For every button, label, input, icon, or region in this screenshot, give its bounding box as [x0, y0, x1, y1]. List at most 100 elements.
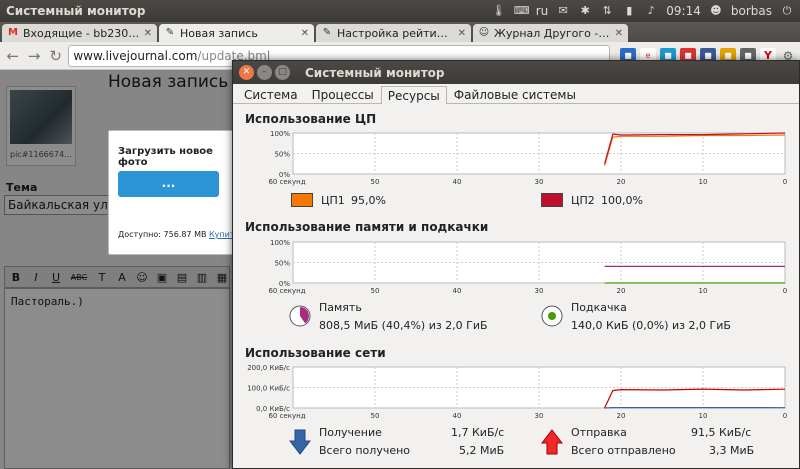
tab-new-entry[interactable]: ✎ Новая запись ✕ — [159, 24, 314, 42]
cpu-x-tick: 60 секунд — [268, 178, 305, 186]
memory-y-tick: 100% — [270, 239, 290, 247]
upload-dialog-title: Загрузить новое фото — [118, 146, 213, 168]
keyboard-icon[interactable]: ⌨ — [514, 4, 530, 18]
cpu-x-tick: 40 — [453, 178, 462, 186]
minimize-icon[interactable]: – — [257, 65, 272, 80]
tab-file-systems[interactable]: Файловые системы — [447, 85, 583, 103]
cpu2-value: 100,0% — [601, 194, 643, 207]
swap-value: 140,0 КиБ (0,0%) из 2,0 ГиБ — [571, 319, 731, 332]
cpu-x-tick: 30 — [535, 178, 544, 186]
cpu-graph: 100%50%0%60 секунд 50 40 30 20 10 0 — [268, 130, 787, 186]
gmail-icon: M — [8, 27, 18, 38]
system-tray: 🌡 ⌨ ru ✉ ✱ ⇅ ▮ ♪ 09:14 ☻ borbas ⏻ — [492, 4, 800, 18]
close-icon[interactable]: ✕ — [301, 28, 309, 39]
receive-label: Получение — [319, 426, 382, 439]
mail-icon[interactable]: ✉ — [556, 4, 570, 18]
swap-label: Подкачка — [571, 301, 627, 314]
network-x-tick: 60 секунд — [268, 412, 305, 420]
close-icon[interactable]: ✕ — [458, 28, 466, 39]
memory-x-tick: 20 — [617, 287, 626, 295]
cpu1-label: ЦП1 — [321, 194, 345, 207]
network-x-tick: 20 — [617, 412, 626, 420]
cpu2-label: ЦП2 — [571, 194, 595, 207]
cpu1-color-swatch[interactable] — [291, 193, 313, 207]
memory-pie-icon[interactable] — [289, 305, 311, 327]
tab-rating-settings[interactable]: ✎ Настройка рейтинга ✕ — [316, 24, 471, 42]
keyboard-layout[interactable]: ru — [536, 4, 549, 18]
cpu-x-tick: 0 — [783, 178, 787, 186]
tab-system[interactable]: Система — [237, 85, 305, 103]
cpu2-color-swatch[interactable] — [541, 193, 563, 207]
thermometer-icon[interactable]: 🌡 — [492, 4, 506, 18]
memory-label: Память — [319, 301, 362, 314]
bluetooth-icon[interactable]: ✱ — [578, 4, 592, 18]
choose-file-button[interactable]: ... — [118, 171, 219, 197]
user-icon[interactable]: ☻ — [709, 4, 723, 18]
tab-strip: M Входящие - bb230562@ ✕ ✎ Новая запись … — [0, 22, 800, 42]
clock[interactable]: 09:14 — [666, 4, 701, 18]
tab-label: Новая запись — [180, 26, 258, 40]
send-rate: 91,5 КиБ/с — [691, 426, 752, 439]
network-icon[interactable]: ⇅ — [600, 4, 614, 18]
cpu-y-tick: 50% — [274, 151, 290, 159]
total-sent-value: 3,3 МиБ — [709, 444, 755, 457]
storage-available: Доступно: 756.87 MB — [118, 230, 207, 239]
upload-photo-dialog: Загрузить новое фото ... Доступно: 756.8… — [108, 130, 239, 255]
tab-resources[interactable]: Ресурсы — [380, 86, 447, 104]
receive-rate: 1,7 КиБ/с — [451, 426, 505, 439]
memory-x-tick: 0 — [783, 287, 787, 295]
tab-label: Настройка рейтинга — [337, 26, 455, 40]
network-x-tick: 30 — [535, 412, 544, 420]
resources-panel: Использование ЦП 100% 50% 0% 60 секунд 50 40 3… — [233, 104, 799, 468]
network-section-title: Использование сети — [245, 346, 386, 360]
send-label: Отправка — [571, 426, 627, 439]
close-icon[interactable]: ✕ — [239, 65, 254, 80]
lj-icon: ✎ — [165, 27, 175, 38]
active-app-title: Системный монитор — [6, 4, 146, 18]
tab-processes[interactable]: Процессы — [305, 85, 381, 103]
tab-journal[interactable]: ☺ Журнал Другого - Новос ✕ — [473, 24, 628, 42]
top-panel: Системный монитор 🌡 ⌨ ru ✉ ✱ ⇅ ▮ ♪ 09:14… — [0, 0, 800, 22]
url-host: www.livejournal.com — [73, 48, 198, 63]
power-icon[interactable]: ⏻ — [780, 4, 794, 18]
user-name[interactable]: borbas — [731, 4, 772, 18]
tab-label: Входящие - bb230562@ — [23, 26, 141, 40]
network-y-tick: 200,0 КиБ/с — [247, 364, 290, 372]
sysmon-tabs: Система Процессы Ресурсы Файловые систем… — [233, 84, 799, 104]
maximize-icon[interactable]: □ — [275, 65, 290, 80]
upload-arrow-icon — [541, 429, 563, 455]
back-icon[interactable]: ← — [4, 46, 21, 66]
total-received-label: Всего получено — [319, 444, 411, 457]
memory-x-tick: 40 — [453, 287, 462, 295]
system-monitor-window: ✕ – □ Системный монитор Система Процессы… — [232, 60, 800, 469]
cpu1-value: 95,0% — [351, 194, 386, 207]
network-graph: 200,0 КиБ/с100,0 КиБ/с0,0 КиБ/с60 секунд… — [247, 364, 787, 420]
cpu-section-title: Использование ЦП — [245, 112, 377, 126]
swap-pie-icon[interactable] — [541, 305, 563, 327]
memory-x-tick: 30 — [535, 287, 544, 295]
close-icon[interactable]: ✕ — [144, 28, 152, 39]
cpu-x-tick: 20 — [617, 178, 626, 186]
cpu-x-tick: 10 — [699, 178, 708, 186]
forward-icon[interactable]: → — [25, 46, 42, 66]
tab-gmail[interactable]: M Входящие - bb230562@ ✕ — [2, 24, 157, 42]
total-sent-label: Всего отправлено — [571, 444, 676, 457]
memory-section-title: Использование памяти и подкачки — [245, 220, 489, 234]
network-x-tick: 50 — [371, 412, 380, 420]
memory-y-tick: 50% — [274, 260, 290, 268]
lj-user-icon: ☺ — [478, 27, 490, 38]
network-x-tick: 0 — [783, 412, 787, 420]
network-y-tick: 100,0 КиБ/с — [247, 385, 290, 393]
memory-value: 808,5 МиБ (40,4%) из 2,0 ГиБ — [319, 319, 488, 332]
close-icon[interactable]: ✕ — [615, 28, 623, 39]
lj-icon: ✎ — [322, 27, 332, 38]
volume-icon[interactable]: ♪ — [644, 4, 658, 18]
network-x-tick: 10 — [699, 412, 708, 420]
battery-icon[interactable]: ▮ — [622, 4, 636, 18]
window-titlebar[interactable]: ✕ – □ Системный монитор — [233, 61, 799, 84]
tab-label: Журнал Другого - Новос — [494, 26, 612, 40]
memory-x-tick: 10 — [699, 287, 708, 295]
total-received-value: 5,2 МиБ — [459, 444, 505, 457]
reload-icon[interactable]: ↻ — [47, 46, 64, 66]
memory-x-tick: 60 секунд — [268, 287, 305, 295]
